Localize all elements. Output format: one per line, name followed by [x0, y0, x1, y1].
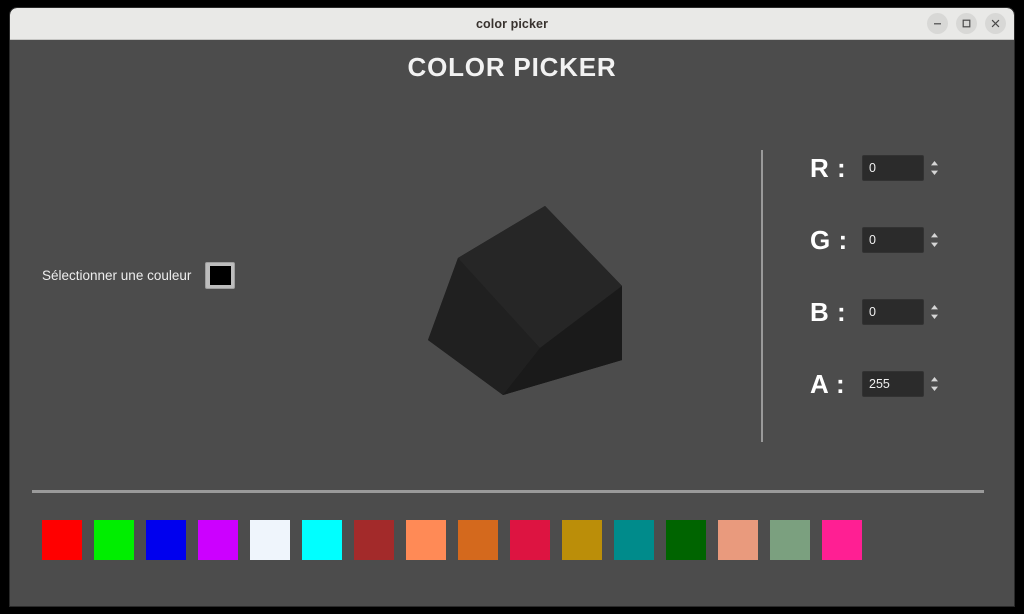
rgba-panel: R : G : — [810, 153, 970, 399]
channel-row-blue: B : — [810, 297, 970, 327]
chevron-up-down-icon — [930, 233, 938, 247]
red-label: R : — [810, 152, 847, 183]
maximize-icon — [962, 19, 971, 28]
color-picker-row: Sélectionner une couleur — [42, 262, 236, 289]
minimize-icon — [934, 23, 941, 25]
blue-stepper[interactable] — [927, 301, 941, 323]
alpha-spinbox — [862, 371, 941, 397]
vertical-divider — [761, 150, 763, 442]
palette-swatch[interactable] — [302, 520, 342, 560]
application-window: color picker COLOR PICKER Sélectionner u… — [10, 8, 1014, 606]
chevron-up-down-icon — [930, 161, 938, 175]
alpha-label: A : — [810, 368, 846, 399]
page-title: COLOR PICKER — [407, 52, 617, 82]
cube-preview[interactable] — [400, 190, 660, 440]
palette-swatch[interactable] — [510, 520, 550, 560]
maximize-button[interactable] — [956, 13, 977, 34]
green-spinbox — [862, 227, 941, 253]
red-stepper[interactable] — [927, 157, 941, 179]
color-picker-label: Sélectionner une couleur — [42, 268, 192, 283]
palette-swatch[interactable] — [406, 520, 446, 560]
red-input[interactable] — [862, 155, 924, 181]
green-stepper[interactable] — [927, 229, 941, 251]
palette-swatch[interactable] — [822, 520, 862, 560]
blue-label: B : — [810, 296, 847, 327]
blue-input[interactable] — [862, 299, 924, 325]
window-titlebar[interactable]: color picker — [10, 8, 1014, 40]
green-label: G : — [810, 224, 848, 255]
palette-swatch[interactable] — [614, 520, 654, 560]
current-color-swatch — [209, 266, 231, 285]
chevron-up-down-icon — [930, 305, 938, 319]
close-button[interactable] — [985, 13, 1006, 34]
channel-row-green: G : — [810, 225, 970, 255]
palette-swatch[interactable] — [42, 520, 82, 560]
blue-spinbox — [862, 299, 941, 325]
palette-swatch[interactable] — [458, 520, 498, 560]
palette-swatch-list — [42, 520, 862, 560]
window-controls — [927, 8, 1006, 39]
green-input[interactable] — [862, 227, 924, 253]
alpha-input[interactable] — [862, 371, 924, 397]
palette-swatch[interactable] — [562, 520, 602, 560]
palette-swatch[interactable] — [718, 520, 758, 560]
minimize-button[interactable] — [927, 13, 948, 34]
app-content: COLOR PICKER Sélectionner une couleur R … — [10, 40, 1014, 606]
channel-row-alpha: A : — [810, 369, 970, 399]
channel-row-red: R : — [810, 153, 970, 183]
palette-swatch[interactable] — [666, 520, 706, 560]
palette-swatch[interactable] — [146, 520, 186, 560]
palette-swatch[interactable] — [94, 520, 134, 560]
color-picker-swatch-button[interactable] — [205, 262, 236, 289]
palette-swatch[interactable] — [770, 520, 810, 560]
window-title: color picker — [475, 16, 549, 31]
alpha-stepper[interactable] — [927, 373, 941, 395]
red-spinbox — [862, 155, 941, 181]
chevron-up-down-icon — [930, 377, 938, 391]
desktop-background: color picker COLOR PICKER Sélectionner u… — [0, 0, 1024, 614]
horizontal-divider — [32, 490, 984, 493]
cube-icon — [428, 206, 622, 395]
palette-swatch[interactable] — [250, 520, 290, 560]
close-icon — [991, 19, 1000, 28]
palette-swatch[interactable] — [198, 520, 238, 560]
palette-swatch[interactable] — [354, 520, 394, 560]
